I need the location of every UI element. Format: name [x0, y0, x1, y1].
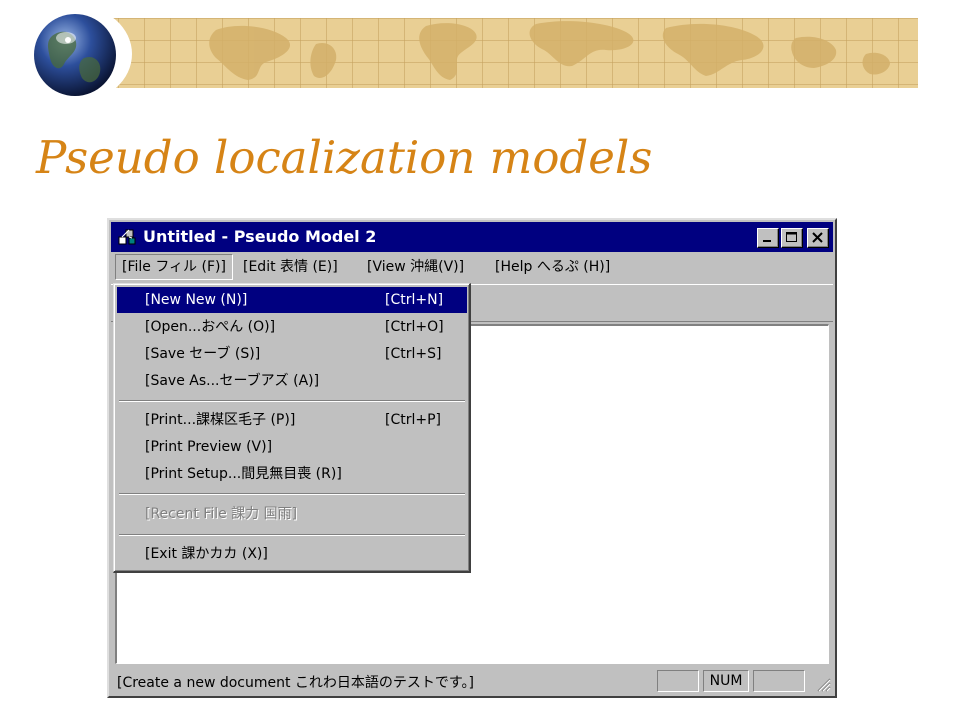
menu-item-label: [Recent File 課力 国雨]: [145, 506, 298, 522]
menu-item-shortcut: [Ctrl+S]: [385, 346, 442, 362]
menu-item-label: [Print Setup...間見無目喪 (R)]: [145, 466, 342, 482]
resize-grip-icon[interactable]: [815, 676, 831, 692]
world-map-banner: [66, 18, 918, 88]
menu-bar: [File フィル (F)] [Edit 表情 (E)] [View 沖縄(V)…: [111, 254, 833, 280]
status-panel-num: NUM: [703, 670, 749, 692]
menu-item-exit[interactable]: [Exit 課かカカ (X)]: [117, 541, 467, 567]
menu-item-shortcut: [Ctrl+P]: [385, 412, 442, 428]
menu-item-save[interactable]: [Save セーブ (S)] [Ctrl+S]: [117, 341, 467, 367]
menu-item-recent-file: [Recent File 課力 国雨]: [117, 501, 467, 527]
menu-item-shortcut: [Ctrl+O]: [385, 319, 444, 335]
menu-item-label: [Print...課楳区毛子 (P)]: [145, 412, 296, 428]
app-icon[interactable]: [117, 227, 139, 251]
menu-separator: [119, 400, 465, 402]
globe-icon: [34, 14, 116, 96]
menu-help[interactable]: [Help へるぷ (H)]: [489, 254, 616, 280]
menu-item-open[interactable]: [Open...おぺん (O)] [Ctrl+O]: [117, 314, 467, 340]
menu-separator: [119, 493, 465, 495]
menu-view[interactable]: [View 沖縄(V)]: [361, 254, 470, 280]
slide-title: Pseudo localization models: [36, 131, 653, 184]
menu-item-shortcut: [Ctrl+N]: [385, 292, 444, 308]
menu-item-label: [Exit 課かカカ (X)]: [145, 546, 268, 562]
minimize-icon: [763, 240, 771, 242]
window-titlebar[interactable]: Untitled - Pseudo Model 2: [111, 222, 833, 252]
status-panel-scroll: [753, 670, 805, 692]
status-text: [Create a new document これわ日本語のテストです。]: [117, 675, 474, 691]
menu-item-label: [New New (N)]: [145, 292, 248, 308]
close-button[interactable]: [807, 228, 829, 248]
world-map-icon: [209, 21, 890, 80]
file-menu-dropdown: [New New (N)] [Ctrl+N] [Open...おぺん (O)] …: [113, 283, 471, 573]
globe-logo: [22, 6, 132, 102]
menu-separator: [119, 534, 465, 536]
maximize-icon: [786, 232, 797, 242]
maximize-button[interactable]: [781, 228, 803, 248]
window-title: Untitled - Pseudo Model 2: [143, 227, 377, 246]
status-bar: [Create a new document これわ日本語のテストです。] NU…: [111, 668, 833, 694]
menu-item-label: [Save セーブ (S)]: [145, 346, 261, 362]
menu-file[interactable]: [File フィル (F)]: [115, 254, 233, 280]
close-icon: [812, 232, 823, 243]
minimize-button[interactable]: [757, 228, 779, 248]
menu-item-label: [Print Preview (V)]: [145, 439, 273, 455]
menu-item-label: [Save As...セーブアズ (A)]: [145, 373, 320, 389]
menu-item-label: [Open...おぺん (O)]: [145, 319, 276, 335]
status-panel-caps: [657, 670, 699, 692]
menu-item-print-preview[interactable]: [Print Preview (V)]: [117, 434, 467, 460]
menu-item-print-setup[interactable]: [Print Setup...間見無目喪 (R)]: [117, 461, 467, 487]
menu-item-new[interactable]: [New New (N)] [Ctrl+N]: [117, 287, 467, 313]
menu-edit[interactable]: [Edit 表情 (E)]: [237, 254, 344, 280]
menu-item-save-as[interactable]: [Save As...セーブアズ (A)]: [117, 368, 467, 394]
menu-item-print[interactable]: [Print...課楳区毛子 (P)] [Ctrl+P]: [117, 407, 467, 433]
